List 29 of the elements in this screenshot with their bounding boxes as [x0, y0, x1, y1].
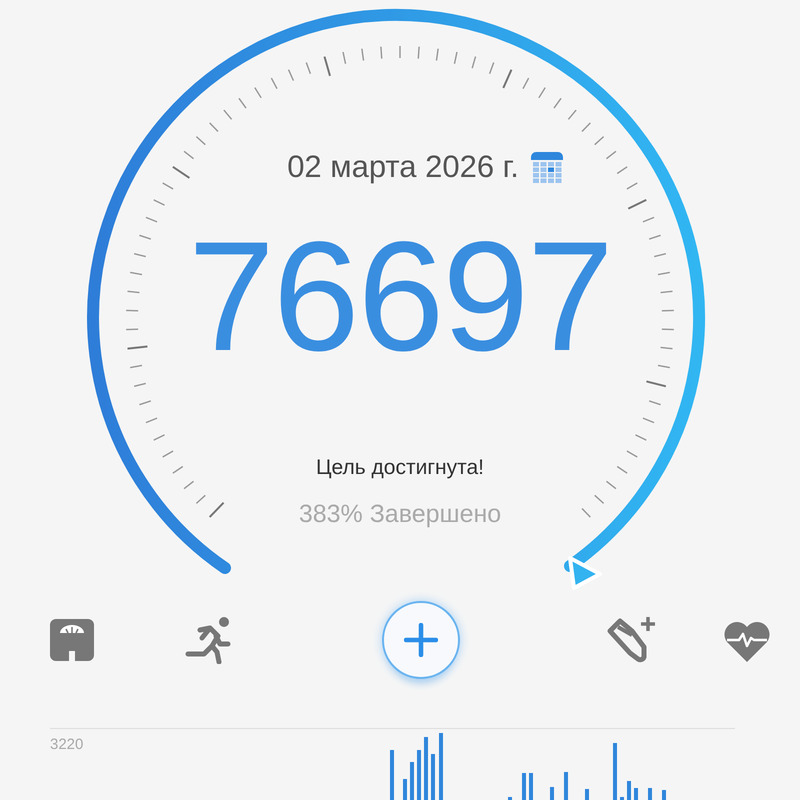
chart-bar [613, 743, 617, 800]
chart-bar [403, 779, 407, 800]
chart-bar [564, 772, 568, 800]
chart-bar [390, 750, 394, 800]
goal-status: Цель достигнута! [316, 455, 484, 481]
add-button[interactable] [382, 601, 460, 679]
chart-bar [620, 797, 624, 800]
chart-bar [410, 762, 414, 800]
chart-bar [424, 737, 428, 800]
chart-bar [634, 788, 638, 800]
completion-label: 383% Завершено [298, 499, 502, 530]
step-count: 76697 [188, 212, 612, 382]
chart-bar [627, 781, 631, 800]
axis-label: 3220 [50, 736, 84, 753]
chart-bar [662, 790, 666, 800]
chart-bar [522, 773, 526, 800]
date-label[interactable]: 02 марта 2026 г. [287, 147, 519, 187]
chart-bar [648, 788, 652, 800]
chart-bar [439, 733, 443, 800]
chart-bar [585, 789, 589, 800]
chart-bar [431, 754, 435, 800]
chart-bar [529, 773, 533, 800]
chart-bar [550, 787, 554, 800]
chart-bar [508, 797, 512, 800]
chart-bar [417, 750, 421, 800]
calendar-icon[interactable] [530, 151, 563, 183]
shoe-plus-icon[interactable] [606, 615, 656, 665]
plus-icon [404, 623, 438, 657]
scale-icon[interactable] [50, 619, 94, 661]
